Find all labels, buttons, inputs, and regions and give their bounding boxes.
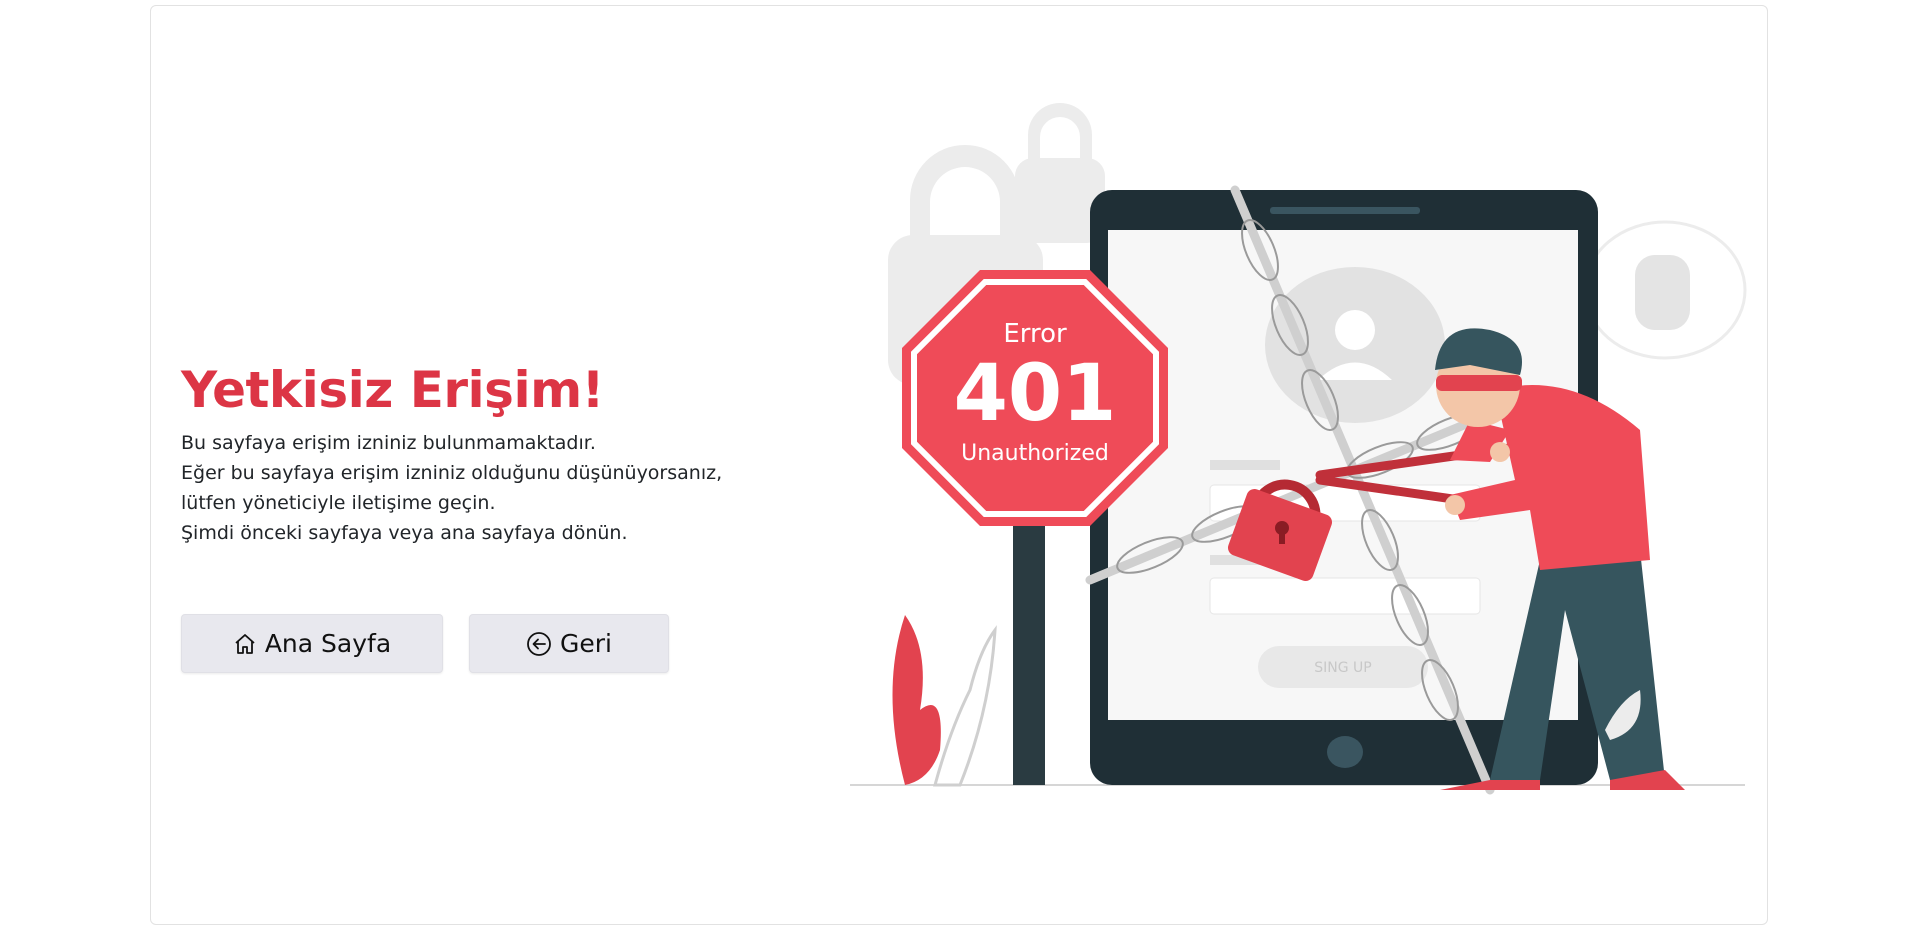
message-line: Şimdi önceki sayfaya veya ana sayfaya dö… xyxy=(181,522,628,544)
error-401-sign: Error 401 Unauthorized xyxy=(902,270,1168,526)
message-line: Bu sayfaya erişim izniniz bulunmamaktadı… xyxy=(181,432,596,454)
unauthorized-illustration: SING UP Error 401 Unauthorized xyxy=(850,103,1747,795)
home-icon xyxy=(233,632,257,656)
sign-unauthorized-text: Unauthorized xyxy=(961,441,1109,466)
back-button[interactable]: Geri xyxy=(469,614,669,673)
signup-label: SING UP xyxy=(1314,660,1371,676)
error-description: Bu sayfaya erişim izniniz bulunmamaktadı… xyxy=(181,428,781,548)
error-message-panel: Yetkisiz Erişim! Bu sayfaya erişim iznin… xyxy=(181,360,781,548)
home-button[interactable]: Ana Sayfa xyxy=(181,614,443,673)
sign-error-text: Error xyxy=(1003,319,1067,349)
message-line: Eğer bu sayfaya erişim izniniz olduğunu … xyxy=(181,462,723,514)
home-button-label: Ana Sayfa xyxy=(264,629,392,658)
page-title: Yetkisiz Erişim! xyxy=(181,361,604,419)
arrow-left-circle-icon xyxy=(526,631,552,657)
sign-code-text: 401 xyxy=(954,349,1117,439)
back-button-label: Geri xyxy=(560,629,612,658)
stop-hand-icon xyxy=(1583,220,1747,360)
